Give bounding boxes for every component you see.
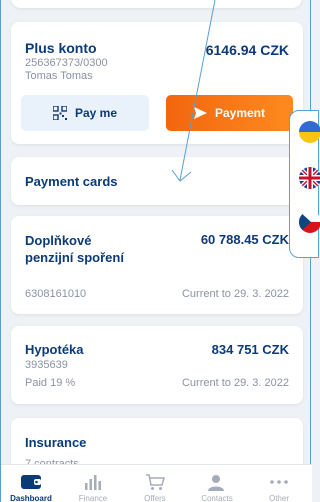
ukraine-flag-icon[interactable] (299, 121, 320, 143)
cart-icon (145, 473, 165, 491)
nav-label-finance: Finance (78, 494, 108, 502)
payment-cards-title: Payment cards (25, 174, 118, 189)
pension-number: 6308161010 (25, 288, 87, 300)
insurance-title: Insurance (25, 435, 87, 450)
pension-current: Current to 29. 3. 2022 (181, 288, 289, 300)
czech-flag-icon[interactable] (299, 211, 320, 233)
nav-item-finance[interactable]: Finance (63, 465, 123, 502)
pay-me-label: Pay me (74, 106, 118, 120)
wallet-icon (21, 473, 41, 491)
top-partial-card (11, 0, 302, 8)
app-frame: Plus konto 256367373/0300 Tomas Tomas 61… (0, 0, 312, 502)
account-card[interactable]: Plus konto 256367373/0300 Tomas Tomas 61… (11, 22, 303, 144)
bar-chart-icon (84, 473, 102, 491)
mortgage-title: Hypotéka (25, 342, 84, 357)
payment-cards-card[interactable]: Payment cards (11, 157, 303, 205)
person-icon (207, 473, 227, 491)
nav-item-dashboard[interactable]: Dashboard (1, 465, 61, 502)
pension-title: Doplňkové penzijní spoření (25, 233, 124, 265)
pension-amount: 60 788.45 CZK (200, 232, 289, 247)
qr-code-icon (52, 106, 67, 120)
bottom-nav: Dashboard Finance Offers Contacts Other (1, 464, 312, 502)
mortgage-amount: 834 751 CZK (211, 342, 289, 357)
pay-me-button[interactable]: Pay me (21, 95, 149, 131)
pension-card[interactable]: Doplňkové penzijní spoření 60 788.45 CZK… (11, 216, 303, 314)
nav-label-dashboard: Dashboard (10, 494, 52, 502)
send-icon (193, 107, 207, 119)
nav-item-offers[interactable]: Offers (125, 465, 185, 502)
account-number: 256367373/0300 (25, 57, 108, 69)
mortgage-paid: Paid 19 % (25, 377, 76, 389)
payment-label: Payment (214, 106, 266, 120)
more-icon (270, 473, 288, 491)
uk-flag-icon[interactable] (299, 167, 320, 189)
nav-label-contacts: Contacts (201, 494, 233, 502)
nav-item-contacts[interactable]: Contacts (187, 465, 247, 502)
mortgage-number: 3935639 (25, 359, 68, 371)
mortgage-card[interactable]: Hypotéka 3935639 834 751 CZK Paid 19 % C… (11, 326, 303, 404)
nav-label-other: Other (268, 494, 289, 502)
account-holder: Tomas Tomas (25, 70, 93, 82)
nav-item-other[interactable]: Other (249, 465, 309, 502)
language-popup (289, 110, 320, 258)
payment-button[interactable]: Payment (166, 95, 293, 131)
mortgage-current: Current to 29. 3. 2022 (181, 377, 289, 389)
account-balance: 6146.94 CZK (205, 42, 289, 58)
nav-label-offers: Offers (144, 494, 166, 502)
account-name: Plus konto (25, 40, 97, 56)
